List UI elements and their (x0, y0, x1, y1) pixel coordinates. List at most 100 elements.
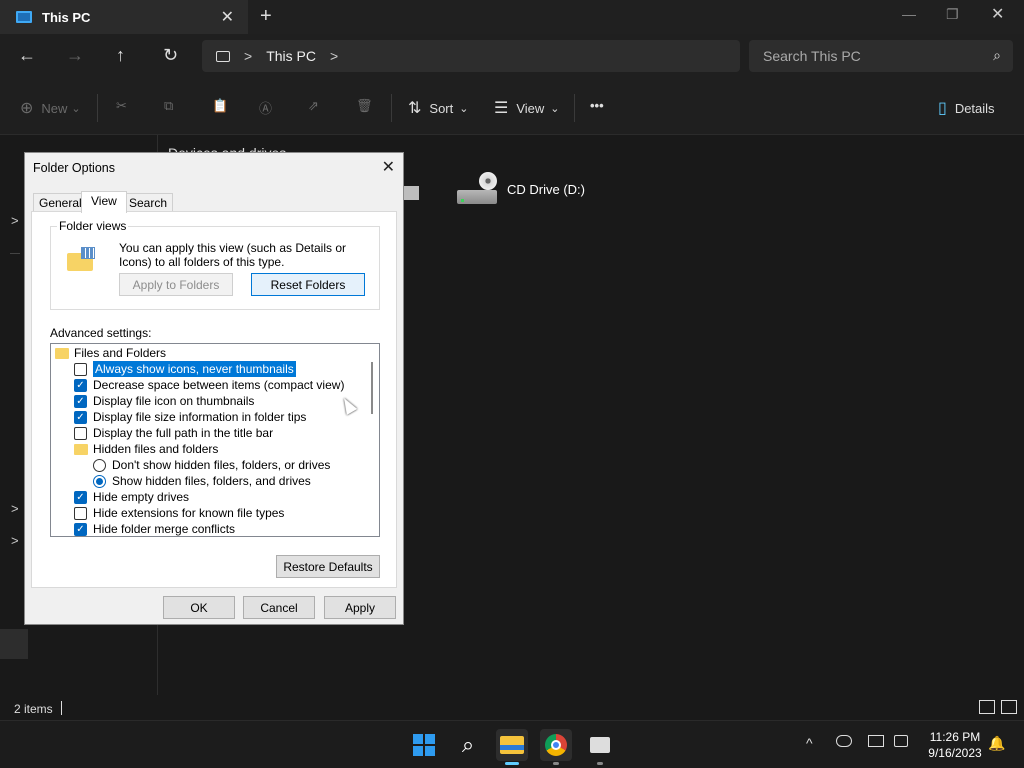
divider (391, 94, 392, 122)
status-separator (61, 701, 62, 715)
setting-hide-empty-drives[interactable]: ✓ Hide empty drives (74, 489, 189, 505)
view-button[interactable]: ☰ View ⌄ (494, 98, 560, 118)
show-hidden-icons-button[interactable]: ^ (806, 735, 813, 751)
ok-button[interactable]: OK (163, 596, 235, 619)
cut-button[interactable]: ✂ (116, 98, 127, 114)
tab-this-pc[interactable]: This PC ✕ (0, 0, 248, 34)
details-button[interactable]: ▯ Details (938, 98, 995, 118)
radio-button[interactable] (93, 474, 106, 488)
setting-always-show-icons[interactable]: Always show icons, never thumbnails (74, 360, 297, 378)
breadcrumb-this-pc[interactable]: This PC (266, 48, 316, 64)
taskbar-search-button[interactable]: ⌕ (452, 729, 484, 761)
folder-options-dialog: Folder Options ✕ General View Search Fol… (24, 152, 404, 625)
cd-drive-item[interactable]: CD Drive (D:) (455, 172, 585, 206)
checkbox[interactable] (74, 426, 87, 440)
setting-show-hidden[interactable]: Show hidden files, folders, and drives (93, 473, 311, 489)
breadcrumb-chevron[interactable]: > (244, 48, 252, 64)
nav-item-highlight[interactable] (0, 629, 28, 659)
notification-bell-icon[interactable]: 🔔 (988, 735, 1005, 752)
folder-views-description: You can apply this view (such as Details… (119, 241, 347, 269)
expand-chevron-icon[interactable]: > (11, 501, 19, 516)
back-button[interactable]: ← (18, 45, 36, 66)
setting-hide-extensions[interactable]: Hide extensions for known file types (74, 505, 284, 521)
start-button[interactable] (408, 729, 440, 761)
tiles-view-toggle-icon[interactable] (1001, 700, 1017, 714)
details-view-toggle-icon[interactable] (979, 700, 995, 714)
sort-button[interactable]: ⇅ Sort ⌄ (408, 98, 468, 118)
close-window-button[interactable]: ✕ (991, 4, 1004, 24)
reset-folders-button[interactable]: Reset Folders (251, 273, 365, 296)
setting-file-icon-thumbnails[interactable]: ✓ Display file icon on thumbnails (74, 393, 254, 409)
setting-hide-merge-conflicts[interactable]: ✓ Hide folder merge conflicts (74, 521, 235, 536)
setting-full-path-title[interactable]: Display the full path in the title bar (74, 425, 273, 441)
setting-file-size-tips[interactable]: ✓ Display file size information in folde… (74, 409, 306, 425)
apply-to-folders-button[interactable]: Apply to Folders (119, 273, 233, 296)
checkbox[interactable] (74, 506, 87, 520)
maximize-button[interactable]: ❐ (946, 6, 959, 23)
tab-view[interactable]: View (81, 191, 127, 213)
search-icon: ⌕ (993, 47, 1001, 63)
volume-muted-icon[interactable] (894, 735, 908, 747)
dialog-close-button[interactable]: ✕ (382, 157, 395, 177)
windows-logo-icon (413, 734, 435, 756)
taskbar-app[interactable] (584, 729, 616, 765)
tree-item-label: Show hidden files, folders, and drives (112, 474, 311, 488)
folder-views-group: Folder views You can apply this view (su… (50, 219, 380, 310)
divider (574, 94, 575, 122)
checkbox[interactable]: ✓ (74, 410, 87, 424)
folder-view-icon (67, 247, 97, 273)
dialog-title: Folder Options (33, 161, 115, 175)
minimize-button[interactable]: — (902, 6, 916, 22)
advanced-settings-tree[interactable]: Files and Folders Always show icons, nev… (50, 343, 380, 537)
active-indicator (505, 762, 519, 765)
network-icon[interactable] (868, 735, 884, 747)
up-button[interactable]: ↑ (116, 45, 125, 66)
copy-button[interactable]: ⧉ (164, 98, 173, 114)
drive-label: CD Drive (D:) (507, 181, 585, 197)
tab-general[interactable]: General (33, 193, 88, 212)
expand-chevron-icon[interactable]: > (11, 213, 19, 228)
tab-search[interactable]: Search (123, 193, 174, 212)
tree-folder-files-and-folders[interactable]: Files and Folders (55, 345, 166, 361)
clock-date: 9/16/2023 (928, 746, 982, 760)
forward-button[interactable]: → (66, 45, 84, 66)
folder-icon (74, 443, 88, 455)
search-input[interactable]: Search This PC ⌕ (749, 40, 1013, 72)
setting-dont-show-hidden[interactable]: Don't show hidden files, folders, or dri… (93, 457, 330, 473)
app-icon (590, 737, 610, 753)
more-options-button[interactable]: ••• (590, 98, 604, 113)
cancel-button[interactable]: Cancel (243, 596, 315, 619)
breadcrumb-chevron[interactable]: > (330, 48, 338, 64)
chevron-down-icon: ⌄ (459, 102, 469, 115)
share-button[interactable]: ⇗ (308, 98, 319, 114)
tree-item-label: Hidden files and folders (93, 442, 219, 456)
new-tab-button[interactable]: + (260, 5, 272, 28)
setting-compact-view[interactable]: ✓ Decrease space between items (compact … (74, 377, 344, 393)
scrollbar-thumb[interactable] (371, 362, 373, 414)
clock[interactable]: 11:26 PM 9/16/2023 (922, 729, 988, 761)
delete-button[interactable]: 🗑 (356, 98, 373, 114)
checkbox[interactable]: ✓ (74, 522, 87, 536)
radio-button[interactable] (93, 458, 106, 472)
checkbox[interactable]: ✓ (74, 394, 87, 408)
checkbox[interactable] (74, 362, 87, 376)
new-button[interactable]: ⊕ New ⌄ (20, 98, 81, 118)
checkbox[interactable]: ✓ (74, 490, 87, 504)
taskbar-chrome[interactable] (540, 729, 572, 765)
drive-icon[interactable] (404, 186, 419, 200)
refresh-button[interactable]: ↻ (163, 45, 178, 66)
taskbar-file-explorer[interactable] (496, 729, 528, 765)
rename-button[interactable]: Ⓐ (259, 98, 272, 117)
tree-folder-hidden-files[interactable]: Hidden files and folders (74, 441, 218, 457)
tab-title: This PC (42, 9, 91, 25)
close-tab-button[interactable]: ✕ (221, 7, 234, 27)
restore-defaults-button[interactable]: Restore Defaults (276, 555, 380, 578)
address-bar[interactable]: > This PC > (202, 40, 740, 72)
expand-chevron-icon[interactable]: > (11, 533, 19, 548)
checkbox[interactable]: ✓ (74, 378, 87, 392)
paste-button[interactable]: 📋 (212, 98, 228, 114)
details-label: Details (954, 100, 995, 116)
folder-icon (55, 347, 69, 359)
apply-button[interactable]: Apply (324, 596, 396, 619)
onedrive-icon[interactable] (836, 735, 852, 747)
